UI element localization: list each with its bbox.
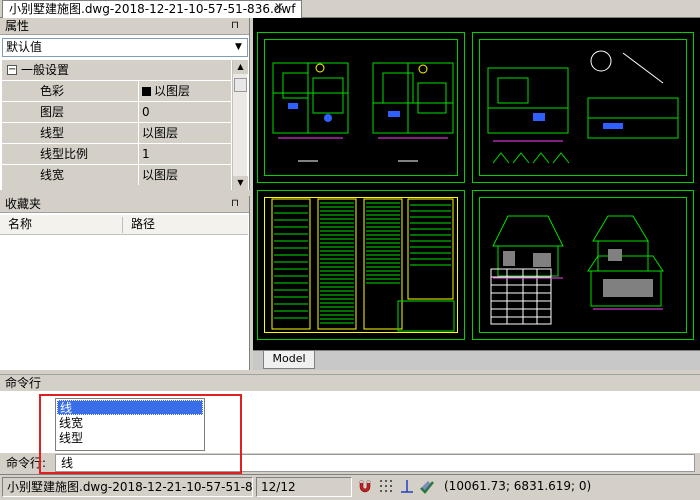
property-scrollbar[interactable]: ▲ ▼ [232, 60, 248, 190]
elevation-graphic [490, 215, 664, 325]
column-header-name[interactable]: 名称 [8, 215, 32, 234]
highlight-annotation-box [39, 394, 242, 474]
property-row-color[interactable]: 色彩 以图层 [2, 81, 231, 102]
property-name: 线型比例 [2, 144, 139, 164]
scroll-up-icon[interactable]: ▲ [233, 60, 248, 74]
property-name: 线型 [2, 123, 139, 143]
favorites-panel-title: 收藏夹 ⊓ [0, 196, 249, 213]
drawing-sheet-floor-plan-1 [257, 32, 465, 183]
scroll-down-icon[interactable]: ▼ [233, 176, 248, 190]
property-row-layer[interactable]: 图层 0 [2, 102, 231, 123]
table-graphic [271, 198, 455, 332]
chevron-down-icon[interactable]: ▼ [232, 41, 245, 54]
property-grid: − 一般设置 色彩 以图层 图层 0 线型 以图层 线型比例 1 线宽 以图层 [2, 60, 231, 190]
ortho-icon[interactable] [399, 479, 415, 495]
snap-magnet-icon[interactable] [357, 479, 373, 495]
drawing-sheet-floor-plan-2 [472, 32, 694, 183]
favorites-title-text: 收藏夹 [5, 197, 42, 211]
favorites-table-header: 名称 路径 [0, 215, 248, 235]
property-value[interactable]: 以图层 [139, 81, 231, 101]
color-swatch-icon [142, 87, 151, 96]
property-row-lineweight[interactable]: 线宽 以图层 [2, 165, 231, 186]
column-divider[interactable] [122, 217, 123, 233]
status-coordinates: (10061.73; 6831.619; 0) [444, 479, 592, 493]
status-page-count: 12/12 [256, 477, 352, 497]
collapse-icon[interactable]: − [7, 65, 17, 75]
grid-icon[interactable] [378, 479, 394, 495]
property-row-linetype[interactable]: 线型 以图层 [2, 123, 231, 144]
scroll-thumb[interactable] [234, 78, 247, 92]
property-value-text: 以图层 [154, 84, 191, 98]
command-panel-title: 命令行 [0, 374, 700, 391]
property-name: 线宽 [2, 165, 139, 185]
status-filename: 小别墅建施图.dwg-2018-12-21-10-57-51-836.dwf [2, 477, 253, 497]
pin-icon[interactable]: ⊓ [229, 20, 241, 31]
group-label: 一般设置 [21, 63, 70, 77]
tab-model[interactable]: Model [263, 351, 315, 369]
column-header-path[interactable]: 路径 [131, 215, 155, 234]
properties-dropdown[interactable]: 默认值 ▼ [2, 38, 248, 57]
dropdown-value: 默认值 [6, 40, 43, 54]
floor-plan-graphic [487, 50, 679, 164]
property-row-linetype-scale[interactable]: 线型比例 1 [2, 144, 231, 165]
property-value[interactable]: 以图层 [139, 123, 231, 143]
layout-tab-bar: Model [253, 350, 700, 370]
property-value[interactable]: 以图层 [139, 165, 231, 185]
pen-check-icon[interactable] [419, 479, 435, 495]
pin-icon[interactable]: ⊓ [229, 198, 241, 209]
property-name: 色彩 [2, 81, 139, 101]
properties-panel: 属性 ⊓ 默认值 ▼ − 一般设置 色彩 以图层 图层 0 线型 以图层 线型比… [0, 18, 250, 190]
property-name: 图层 [2, 102, 139, 122]
property-value[interactable]: 0 [139, 102, 231, 122]
document-tab-strip: 小别墅建施图.dwg-2018-12-21-10-57-51-836.dwf × [0, 0, 700, 18]
close-icon[interactable]: × [272, 1, 286, 15]
status-bar: 小别墅建施图.dwg-2018-12-21-10-57-51-836.dwf 1… [0, 474, 700, 500]
property-group-general[interactable]: − 一般设置 [2, 60, 231, 81]
drawing-sheet-tables [257, 190, 465, 340]
document-tab-label: 小别墅建施图.dwg-2018-12-21-10-57-51-836.dwf [9, 2, 296, 16]
properties-title-text: 属性 [5, 19, 30, 33]
properties-panel-title: 属性 ⊓ [0, 18, 249, 35]
drawing-sheet-elevations [472, 190, 694, 340]
favorites-panel: 收藏夹 ⊓ 名称 路径 [0, 196, 250, 370]
property-value[interactable]: 1 [139, 144, 231, 164]
drawing-canvas[interactable] [253, 18, 700, 352]
floor-plan-graphic [272, 62, 454, 162]
document-tab[interactable]: 小别墅建施图.dwg-2018-12-21-10-57-51-836.dwf [2, 0, 303, 18]
